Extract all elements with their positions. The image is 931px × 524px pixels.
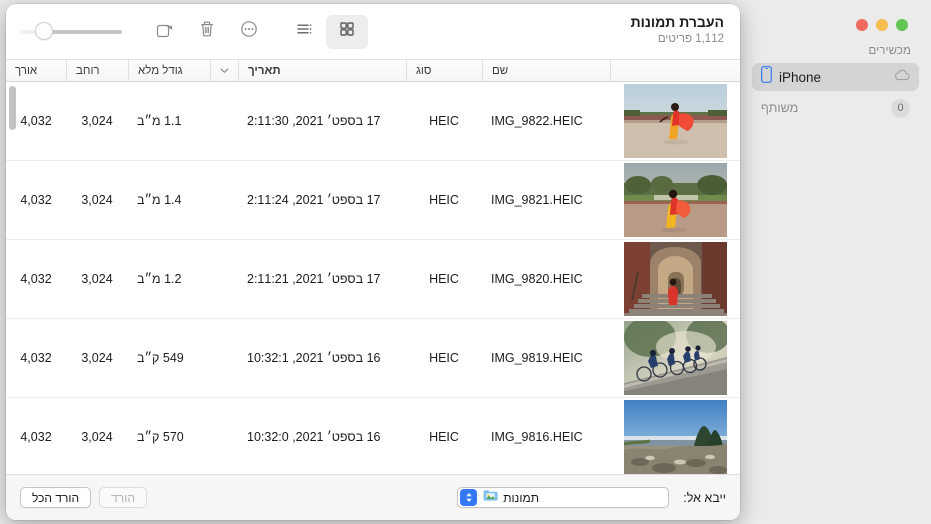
row-date: 16 בספט׳ 2021, 10:32:0 <box>247 430 381 444</box>
rotate-button[interactable] <box>144 15 186 49</box>
chevron-down-icon <box>220 68 229 73</box>
row-name: IMG_9819.HEIC <box>491 351 583 365</box>
row-type: HEIC <box>429 114 459 128</box>
zoom-window-button[interactable] <box>896 19 908 31</box>
column-header-type[interactable]: סוג <box>406 60 482 81</box>
rotate-icon <box>154 18 176 45</box>
sidebar-item-shared[interactable]: 0 משותף <box>752 94 919 122</box>
row-type: HEIC <box>429 351 459 365</box>
list-view-button[interactable] <box>284 15 326 49</box>
row-name: IMG_9820.HEIC <box>491 272 583 286</box>
row-width: 3,024 <box>81 193 113 207</box>
image-capture-sheet: העברת תמונות 1,112 פריטים שם סוג תאריך ג… <box>6 4 740 520</box>
row-type: HEIC <box>429 430 459 444</box>
table-row[interactable]: IMG_9819.HEIC HEIC 16 בספט׳ 2021, 10:32:… <box>6 319 740 398</box>
cloud-icon <box>893 68 910 86</box>
ellipsis-circle-icon <box>238 18 260 45</box>
row-thumbnail <box>610 84 740 158</box>
toolbar: העברת תמונות 1,112 פריטים <box>6 4 740 59</box>
file-list[interactable]: IMG_9822.HEIC HEIC 17 בספט׳ 2021, 2:11:3… <box>6 82 740 474</box>
sidebar-section-devices-header: מכשירים <box>868 45 911 57</box>
row-thumbnail <box>610 321 740 395</box>
table-column-headers: שם סוג תאריך גודל מלא רוחב אורך <box>6 59 740 82</box>
window-controls <box>856 19 908 31</box>
vertical-scrollbar[interactable] <box>9 86 16 130</box>
import-destination-value: תמונות <box>503 490 539 505</box>
delete-button[interactable] <box>186 15 228 49</box>
slider-thumb[interactable] <box>35 21 53 40</box>
table-row[interactable]: IMG_9816.HEIC HEIC 16 בספט׳ 2021, 10:32:… <box>6 398 740 474</box>
grid-view-icon <box>336 18 358 45</box>
shared-count-badge: 0 <box>891 98 910 118</box>
row-width: 3,024 <box>81 351 113 365</box>
row-type: HEIC <box>429 272 459 286</box>
row-name: IMG_9816.HEIC <box>491 430 583 444</box>
row-size: 549 ק״ב <box>137 351 184 365</box>
sidebar: מכשירים iPhone 0 משותף <box>740 42 931 524</box>
photo-thumbnail-sari-wall <box>623 84 727 158</box>
row-length: 4,032 <box>20 272 52 286</box>
row-length: 4,032 <box>20 430 52 444</box>
row-length: 4,032 <box>20 193 52 207</box>
toolbar-title-block: העברת תמונות 1,112 פריטים <box>631 13 724 47</box>
row-thumbnail <box>610 400 740 474</box>
import-to-label: ייבא אל: <box>683 490 726 505</box>
row-width: 3,024 <box>81 430 113 444</box>
minimize-window-button[interactable] <box>876 19 888 31</box>
row-date: 17 בספט׳ 2021, 2:11:24 <box>247 193 381 207</box>
import-destination-popup[interactable]: תמונות <box>457 487 670 508</box>
item-count-label: 1,112 פריטים <box>657 33 724 45</box>
column-header-full-size[interactable]: גודל מלא <box>128 60 210 81</box>
more-options-button[interactable] <box>228 15 270 49</box>
app-window: מכשירים iPhone 0 משותף העברת תמונות 1,11… <box>0 0 931 524</box>
toolbar-controls <box>20 4 368 59</box>
table-row[interactable]: IMG_9820.HEIC HEIC 17 בספט׳ 2021, 2:11:2… <box>6 240 740 319</box>
list-view-icon <box>294 18 316 45</box>
row-size: 1.1 מ״ב <box>137 114 182 128</box>
photo-thumbnail-cyclists <box>623 321 727 395</box>
photos-folder-icon <box>483 489 498 507</box>
column-header-width[interactable]: רוחב <box>66 60 128 81</box>
column-header-length[interactable]: אורך <box>6 60 66 81</box>
slider-track-filled <box>51 29 122 34</box>
chevron-up-down-icon <box>460 489 478 506</box>
row-size: 570 ק״ב <box>137 430 184 444</box>
bottom-bar: ייבא אל: תמונות הורד הורד הכל <box>6 474 740 520</box>
column-header-name[interactable]: שם <box>482 60 610 81</box>
row-size: 1.2 מ״ב <box>137 272 182 286</box>
photo-thumbnail-sari-stairs <box>623 242 727 316</box>
sidebar-item-label: משותף <box>761 101 799 115</box>
row-date: 17 בספט׳ 2021, 2:11:21 <box>247 272 381 286</box>
download-all-button[interactable]: הורד הכל <box>20 487 92 508</box>
trash-icon <box>196 18 218 45</box>
iphone-icon <box>761 66 772 88</box>
row-length: 4,032 <box>20 351 52 365</box>
row-width: 3,024 <box>81 272 113 286</box>
grid-view-button[interactable] <box>326 14 368 49</box>
row-type: HEIC <box>429 193 459 207</box>
sort-indicator[interactable] <box>210 60 238 81</box>
thumbnail-size-slider[interactable] <box>20 21 122 42</box>
sidebar-item-iphone[interactable]: iPhone <box>752 63 919 91</box>
row-name: IMG_9821.HEIC <box>491 193 583 207</box>
sidebar-item-label: iPhone <box>779 69 822 85</box>
column-header-date[interactable]: תאריך <box>238 60 406 81</box>
close-window-button[interactable] <box>856 19 868 31</box>
download-button[interactable]: הורד <box>99 487 147 508</box>
row-size: 1.4 מ״ב <box>137 193 182 207</box>
row-width: 3,024 <box>81 114 113 128</box>
row-thumbnail <box>610 163 740 237</box>
row-thumbnail <box>610 242 740 316</box>
page-title: העברת תמונות <box>630 14 724 30</box>
row-name: IMG_9822.HEIC <box>491 114 583 128</box>
photo-thumbnail-mountain <box>623 400 727 474</box>
row-date: 17 בספט׳ 2021, 2:11:30 <box>247 114 381 128</box>
column-header-thumbnail[interactable] <box>610 60 740 81</box>
row-date: 16 בספט׳ 2021, 10:32:1 <box>247 351 381 365</box>
table-row[interactable]: IMG_9822.HEIC HEIC 17 בספט׳ 2021, 2:11:3… <box>6 82 740 161</box>
table-row[interactable]: IMG_9821.HEIC HEIC 17 בספט׳ 2021, 2:11:2… <box>6 161 740 240</box>
photo-thumbnail-sari-garden <box>623 163 727 237</box>
